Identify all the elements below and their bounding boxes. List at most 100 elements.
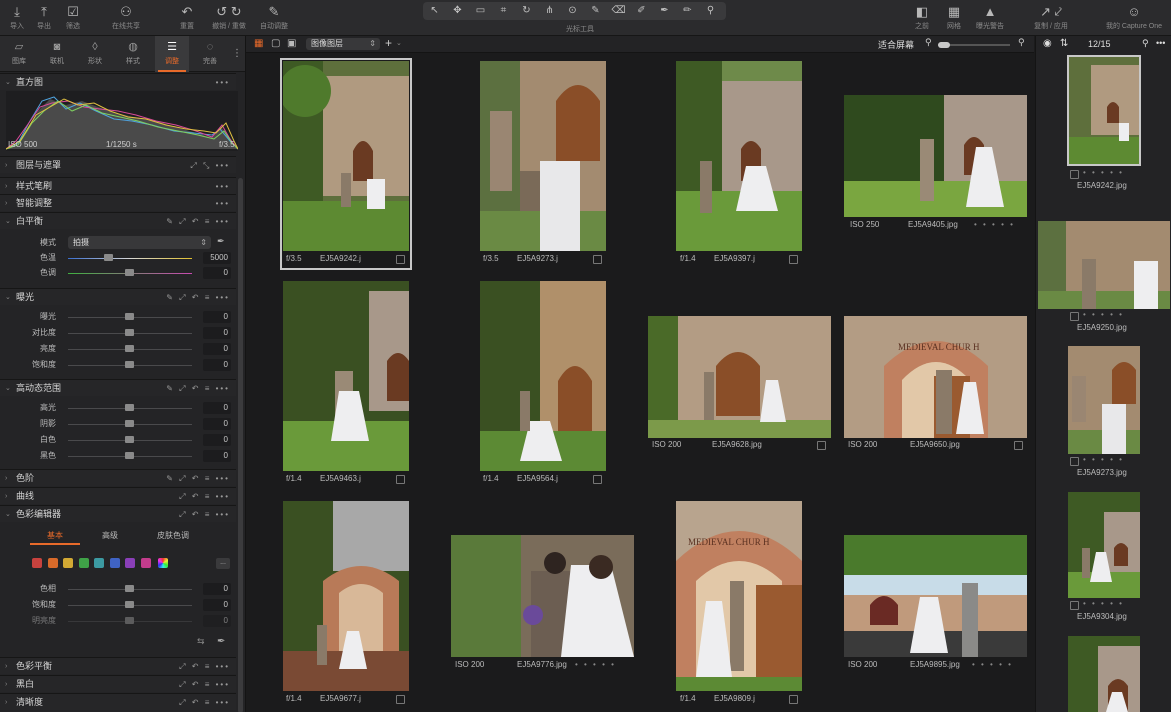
select-checkbox[interactable]	[396, 475, 405, 484]
slider-knob[interactable]	[125, 329, 134, 336]
wb-mode-select[interactable]: 拍摄 ⇕	[68, 236, 211, 249]
tab-color-basic[interactable]: 基本	[30, 530, 80, 545]
tab-library[interactable]: ▱ 图库	[2, 36, 36, 72]
slider-knob[interactable]	[125, 585, 134, 592]
slider-knob[interactable]	[125, 420, 134, 427]
tab-style[interactable]: ◍ 样式	[116, 36, 150, 72]
before-button[interactable]: ◧ 之前	[905, 2, 939, 31]
tint-slider-knob[interactable]	[125, 269, 134, 276]
tab-shape[interactable]: ◊ 形状	[78, 36, 112, 72]
select-tool-icon[interactable]: ↖	[423, 2, 446, 20]
auto-adjust-button[interactable]: ✎ 自动调整	[256, 2, 292, 31]
undo-redo-button[interactable]: ↺ ↻ 撤销 / 重做	[207, 2, 251, 31]
add-icon[interactable]: +	[385, 36, 392, 50]
select-checkbox[interactable]	[396, 695, 405, 704]
rotate-tool-icon[interactable]: ↻	[515, 2, 538, 20]
select-checkbox[interactable]	[1070, 170, 1079, 179]
temp-slider-knob[interactable]	[104, 254, 113, 261]
photo-thumbnail[interactable]	[648, 316, 831, 438]
select-checkbox[interactable]	[593, 475, 602, 484]
slider-knob[interactable]	[125, 345, 134, 352]
spot-tool-icon[interactable]: ⊙	[561, 2, 584, 20]
photo-thumbnail[interactable]: MEDIEVAL CHUR H	[676, 501, 802, 691]
chevron-down-icon[interactable]: ⌄	[396, 39, 402, 47]
zoom-out-icon[interactable]: ⚲	[925, 37, 932, 48]
color-swatch[interactable]	[78, 558, 89, 568]
section-actions-icon[interactable]: ⤢ ⤡ •••	[190, 157, 230, 174]
photo-thumbnail[interactable]	[676, 61, 802, 251]
eye-icon[interactable]: ◉	[1043, 38, 1052, 49]
color-swatch[interactable]	[32, 558, 42, 568]
exposure-header[interactable]: ⌄ 曝光 ✎ ⤢ ↶ ≡ •••	[0, 288, 236, 305]
filter-button[interactable]: ☑ 筛选	[56, 2, 90, 31]
section-actions-icon[interactable]: ⤢ ↶ ≡ •••	[179, 694, 230, 711]
all-colors-swatch[interactable]	[158, 558, 168, 568]
filmstrip-view-icon[interactable]: ▣	[287, 38, 296, 49]
photo-thumbnail[interactable]	[283, 61, 409, 251]
style-brush-header[interactable]: › 样式笔刷 •••	[0, 177, 236, 194]
select-checkbox[interactable]	[593, 255, 602, 264]
zoom-in-icon[interactable]: ⚲	[1018, 37, 1025, 48]
grid-view-icon[interactable]: ▦	[254, 38, 263, 49]
select-checkbox[interactable]	[1014, 441, 1023, 450]
temp-slider-track[interactable]	[68, 258, 192, 259]
select-checkbox[interactable]	[789, 255, 798, 264]
color-swatch[interactable]	[47, 558, 58, 568]
color-swatch[interactable]	[94, 558, 104, 568]
exposure-warning-button[interactable]: ▲ 曝光警告	[970, 2, 1010, 31]
section-actions-icon[interactable]: ⤢ ↶ ≡ •••	[179, 506, 230, 523]
color-swatch[interactable]	[63, 558, 73, 568]
photo-thumbnail[interactable]	[283, 501, 409, 691]
color-editor-header[interactable]: ⌄ 色彩编辑器 ⤢ ↶ ≡ •••	[0, 505, 236, 522]
slider-knob[interactable]	[125, 436, 134, 443]
crop-tool-icon[interactable]: ⌗	[492, 2, 515, 20]
loupe-tool-icon[interactable]: ▭	[469, 2, 492, 20]
filmstrip-item[interactable]	[1068, 636, 1140, 712]
slider-knob[interactable]	[125, 452, 134, 459]
section-actions-icon[interactable]: ⤢ ↶ ≡ •••	[179, 676, 230, 693]
sort-icon[interactable]: ⇅	[1060, 38, 1068, 49]
photo-thumbnail[interactable]	[451, 535, 634, 657]
search-icon[interactable]: ⚲	[1142, 38, 1149, 49]
zoom-slider[interactable]	[938, 42, 1010, 48]
zoom-slider-knob[interactable]	[938, 42, 950, 48]
white-balance-header[interactable]: ⌄ 白平衡 ✎ ⤢ ↶ ≡ •••	[0, 212, 236, 229]
photo-thumbnail[interactable]	[283, 281, 409, 471]
bw-header[interactable]: › 黑白 ⤢ ↶ ≡ •••	[0, 675, 236, 692]
filmstrip-item-selected[interactable]	[1067, 55, 1141, 166]
clarity-header[interactable]: › 清晰度 ⤢ ↶ ≡ •••	[0, 693, 236, 710]
slider-knob[interactable]	[125, 617, 134, 624]
color-swatch[interactable]	[125, 558, 135, 568]
select-checkbox[interactable]	[1070, 457, 1079, 466]
keystone-tool-icon[interactable]: ⋔	[538, 2, 561, 20]
filmstrip-item[interactable]	[1068, 346, 1140, 454]
tab-skin-tone[interactable]: 皮肤色调	[145, 530, 201, 541]
section-actions-icon[interactable]: ✎ ⤢ ↶ ≡ •••	[166, 380, 230, 397]
view-select[interactable]: 图像图层 ⇕	[306, 38, 380, 50]
tab-tethered[interactable]: ◙ 联机	[40, 36, 74, 72]
reset-button[interactable]: ↶ 重置	[170, 2, 204, 31]
photo-thumbnail[interactable]	[480, 281, 606, 471]
filmstrip-item[interactable]	[1068, 492, 1140, 598]
fit-screen-label[interactable]: 适合屏幕	[878, 38, 914, 51]
pan-tool-icon[interactable]: ✥	[446, 2, 469, 20]
smart-adjust-header[interactable]: › 智能调整 •••	[0, 194, 236, 211]
eyedropper-icon[interactable]: ✒	[217, 236, 225, 247]
select-checkbox[interactable]	[396, 255, 405, 264]
select-checkbox[interactable]	[789, 695, 798, 704]
photo-thumbnail[interactable]: MEDIEVAL CHUR H	[844, 316, 1027, 438]
levels-header[interactable]: › 色阶 ✎ ⤢ ↶ ≡ •••	[0, 469, 236, 486]
tab-adjust[interactable]: ☰ 调整	[155, 36, 189, 72]
more-icon[interactable]: •••	[1156, 38, 1165, 48]
photo-thumbnail[interactable]	[844, 95, 1027, 217]
color-swatch[interactable]	[140, 558, 151, 568]
share-online-button[interactable]: ⚇ 在线共享	[109, 2, 143, 31]
brush-tool-icon[interactable]: ✎	[584, 2, 607, 20]
slider-knob[interactable]	[125, 404, 134, 411]
annotate-tool-icon[interactable]: ✏	[676, 2, 699, 20]
select-checkbox[interactable]	[1070, 312, 1079, 321]
histogram-header[interactable]: ⌄ 直方图 •••	[0, 73, 236, 90]
swap-icon[interactable]: ⇆	[197, 636, 205, 647]
gradient-tool-icon[interactable]: ✐	[630, 2, 653, 20]
color-picker-icon[interactable]: ✒	[217, 636, 225, 647]
